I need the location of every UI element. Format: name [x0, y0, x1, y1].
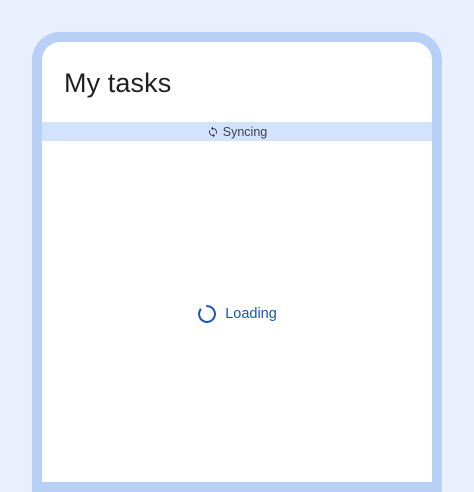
loading-label: Loading	[225, 306, 277, 322]
app-screen: My tasks Syncing Loading	[42, 42, 432, 482]
loading-indicator: Loading	[42, 304, 432, 324]
page-title: My tasks	[64, 68, 172, 98]
sync-status-banner: Syncing	[42, 122, 432, 141]
spinner-icon	[197, 304, 217, 324]
sync-status-label: Syncing	[222, 124, 268, 139]
sync-icon	[207, 126, 219, 138]
